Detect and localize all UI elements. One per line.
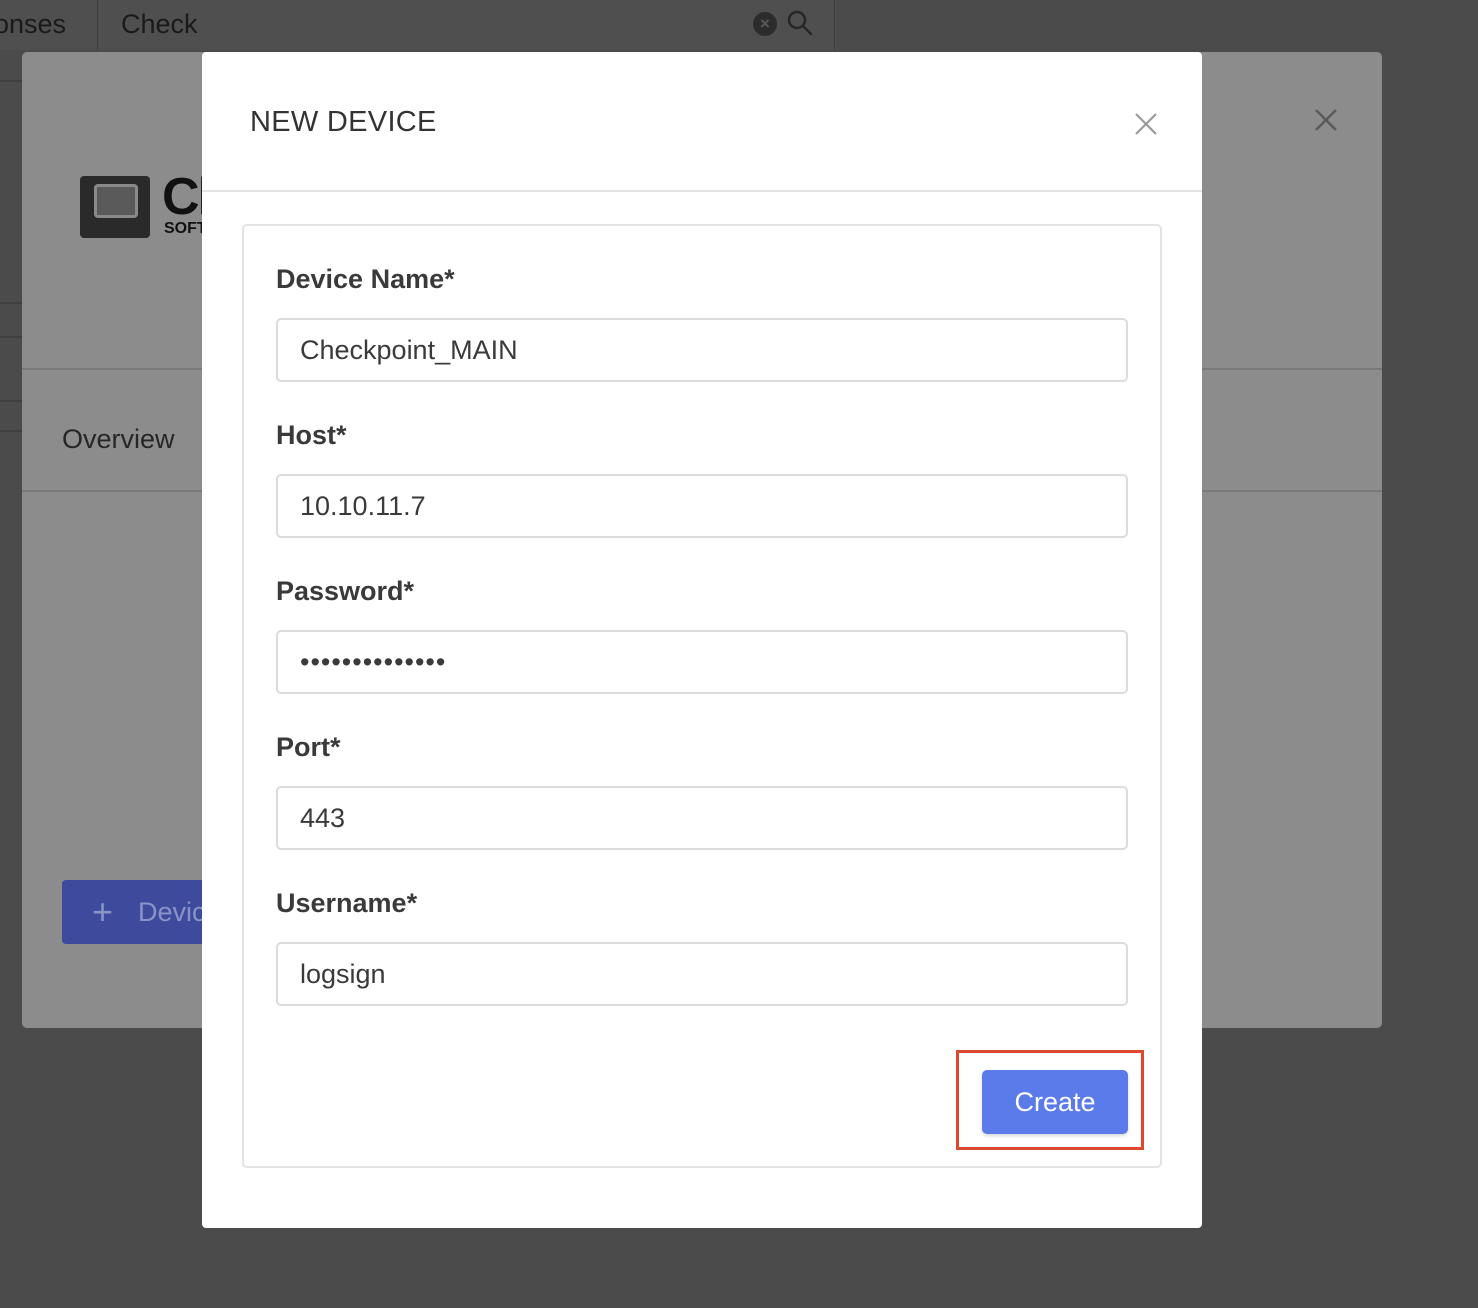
plus-icon: + [92, 891, 114, 932]
device-name-label: Device Name* [276, 264, 455, 294]
port-label: Port* [276, 732, 341, 762]
new-device-modal: NEW DEVICE Device Name* Host* Password* … [202, 52, 1202, 1228]
add-device-label: Devic [138, 897, 206, 927]
host-input[interactable] [276, 474, 1128, 538]
create-button[interactable]: Create [982, 1070, 1128, 1134]
modal-header: NEW DEVICE [202, 52, 1202, 192]
password-input[interactable] [276, 630, 1128, 694]
edge-fragment [0, 336, 22, 338]
tab-overview[interactable]: Overview [62, 424, 175, 455]
username-input[interactable] [276, 942, 1128, 1006]
username-label: Username* [276, 888, 418, 918]
edge-fragment [0, 302, 22, 304]
password-label: Password* [276, 576, 415, 606]
device-name-input[interactable] [276, 318, 1128, 382]
vendor-logo-subtext: SOFT [164, 220, 207, 237]
host-label: Host* [276, 420, 347, 450]
close-icon[interactable] [1130, 108, 1162, 140]
vendor-logo-icon [80, 176, 150, 238]
clear-circle-icon[interactable]: × [753, 12, 777, 36]
close-icon[interactable] [1310, 104, 1342, 136]
device-form: Device Name* Host* Password* Port* Usern… [242, 224, 1162, 1168]
edge-fragment [0, 80, 22, 82]
edge-fragment [0, 400, 22, 402]
search-box[interactable]: Check × [98, 0, 835, 50]
edge-fragment [0, 430, 22, 432]
modal-title: NEW DEVICE [250, 106, 437, 138]
port-input[interactable] [276, 786, 1128, 850]
search-icon[interactable] [786, 9, 814, 37]
nav-tab-responses[interactable]: onses [0, 0, 66, 50]
search-input[interactable]: Check [121, 0, 198, 48]
top-bar: onses Check × [0, 0, 836, 50]
